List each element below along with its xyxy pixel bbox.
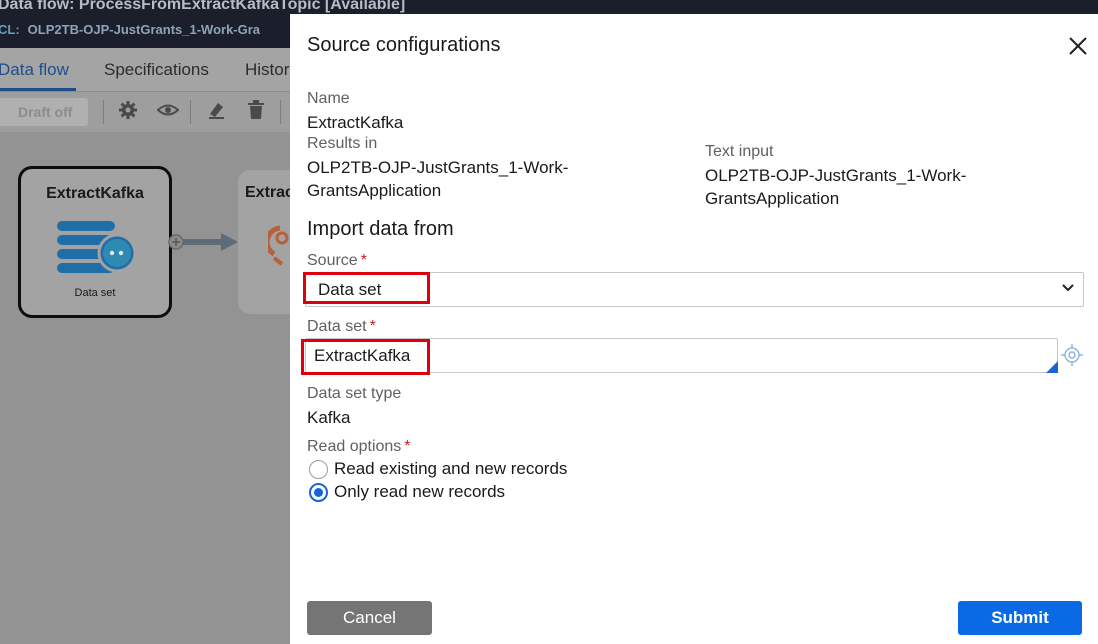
tab-specifications[interactable]: Specifications bbox=[104, 60, 209, 80]
class-info: CL: OLP2TB-OJP-JustGrants_1-Work-Gra bbox=[0, 22, 260, 37]
dataset-icon bbox=[57, 221, 137, 273]
text-input-label: Text input bbox=[705, 143, 774, 160]
name-label: Name bbox=[307, 90, 350, 107]
class-value: OLP2TB-OJP-JustGrants_1-Work-Gra bbox=[27, 22, 261, 37]
highlight-box-source bbox=[303, 272, 430, 304]
chevron-down-icon bbox=[1062, 284, 1074, 292]
radio-label: Only read new records bbox=[334, 482, 506, 501]
source-label: Source * bbox=[307, 252, 367, 269]
highlight-box-dataset bbox=[301, 339, 430, 375]
required-marker: * bbox=[369, 318, 376, 335]
read-options-label: Read options * bbox=[307, 438, 411, 455]
toolbar-divider bbox=[190, 100, 191, 124]
flow-connector-arrow bbox=[168, 233, 238, 251]
radio-button-checked[interactable] bbox=[309, 483, 328, 502]
source-configurations-dialog: Source configurations Name ExtractKafka … bbox=[290, 14, 1098, 644]
crosshair-icon[interactable] bbox=[1061, 344, 1083, 366]
dataset-type-value: Kafka bbox=[307, 408, 351, 427]
results-in-value: OLP2TB-OJP-JustGrants_1-Work-GrantsAppli… bbox=[307, 158, 569, 200]
name-value: ExtractKafka bbox=[307, 113, 404, 132]
node-title: Extrac bbox=[245, 184, 294, 201]
node-title: ExtractKafka bbox=[46, 185, 144, 202]
dialog-title: Source configurations bbox=[307, 34, 501, 56]
results-in-label: Results in bbox=[307, 135, 378, 152]
window-title: Data flow: ProcessFromExtractKafkaTopic … bbox=[0, 0, 406, 13]
gear-icon[interactable] bbox=[117, 100, 139, 122]
trash-icon[interactable] bbox=[245, 100, 267, 122]
text-input-value: OLP2TB-OJP-JustGrants_1-Work-GrantsAppli… bbox=[705, 166, 967, 208]
node-subtitle: Data set bbox=[74, 287, 116, 299]
draft-toggle-button[interactable]: Draft off bbox=[0, 98, 88, 126]
import-data-heading: Import data from bbox=[307, 218, 454, 240]
required-marker: * bbox=[360, 252, 367, 269]
eraser-icon[interactable] bbox=[205, 100, 227, 122]
autocomplete-corner-indicator bbox=[1046, 361, 1058, 373]
close-button[interactable] bbox=[1066, 34, 1090, 58]
eye-icon[interactable] bbox=[156, 100, 180, 122]
toolbar-divider bbox=[103, 100, 104, 124]
dataset-label: Data set * bbox=[307, 318, 376, 335]
flow-node-source[interactable]: ExtractKafka Data set bbox=[18, 166, 172, 318]
radio-button[interactable] bbox=[309, 460, 328, 479]
tab-data-flow[interactable]: Data flow bbox=[0, 60, 69, 80]
class-label: CL: bbox=[0, 22, 20, 37]
active-tab-indicator bbox=[0, 88, 76, 91]
dataset-type-label: Data set type bbox=[307, 385, 402, 402]
toolbar-divider bbox=[280, 100, 281, 124]
tab-history[interactable]: Histor bbox=[245, 60, 289, 80]
submit-button[interactable]: Submit bbox=[958, 601, 1082, 635]
close-icon bbox=[1069, 37, 1087, 55]
required-marker: * bbox=[404, 438, 411, 455]
radio-label: Read existing and new records bbox=[334, 459, 568, 478]
cancel-button[interactable]: Cancel bbox=[307, 601, 432, 635]
